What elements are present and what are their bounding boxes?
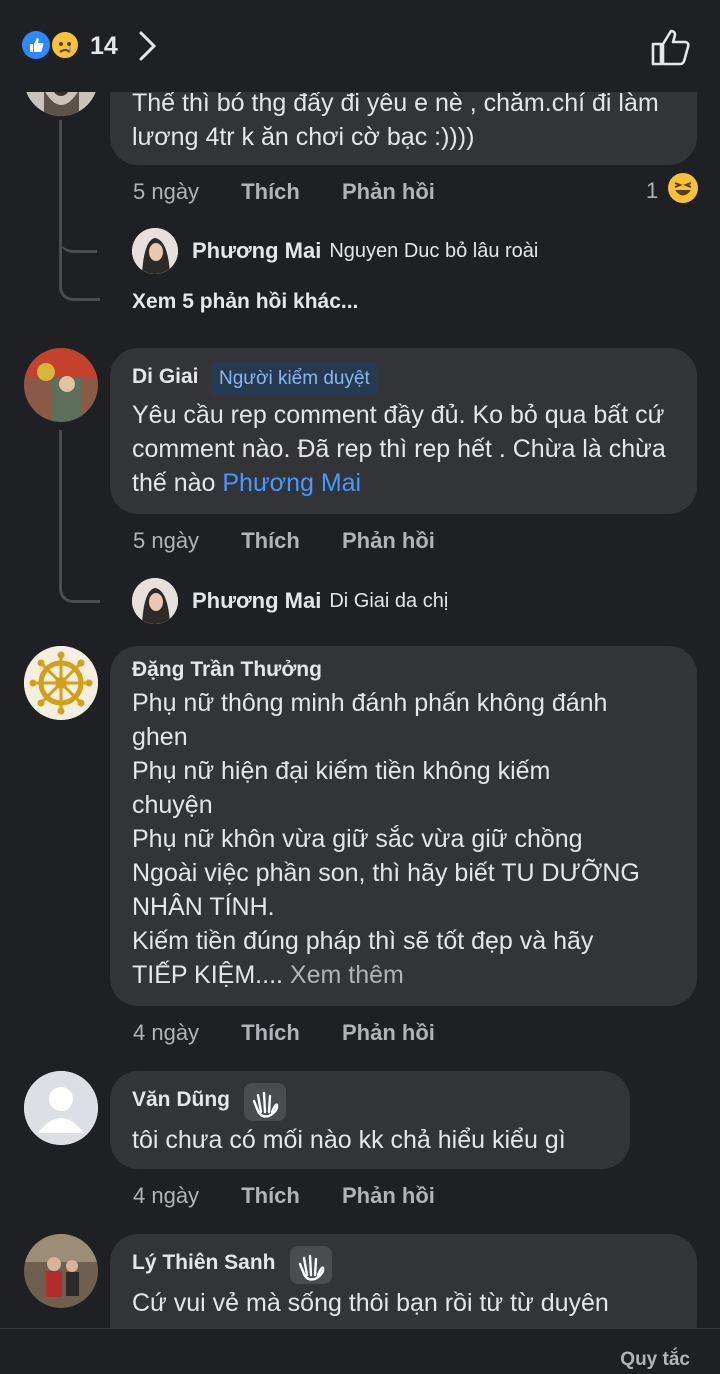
comment-actions: 5 ngày Thích Phản hồi <box>133 528 435 554</box>
like-action[interactable]: Thích <box>241 528 300 554</box>
reactions-header: 14 <box>0 0 720 92</box>
reply-text: Nguyen Duc bỏ lâu roài <box>329 239 539 262</box>
comment-text: Yêu cầu rep comment đầy đủ. Ko bỏ qua bấ… <box>132 398 677 500</box>
dharma-wheel-avatar[interactable] <box>24 646 98 720</box>
waving-hand-badge-icon <box>289 1246 332 1284</box>
reply-avatar[interactable] <box>132 578 178 624</box>
comment-time: 5 ngày <box>133 179 200 204</box>
waving-hand-badge-icon <box>244 1083 287 1121</box>
more-replies-link[interactable]: Xem 5 phản hồi khác... <box>132 290 358 314</box>
comment-line: Ngoài việc phần son, thì hãy biết TU DƯỠ… <box>132 859 640 887</box>
sad-reaction-icon[interactable] <box>50 30 80 60</box>
comment-line: Phụ nữ thông minh đánh phấn không đánh <box>132 689 608 717</box>
comment-actions: 4 ngày Thích Phản hồi <box>133 1183 435 1209</box>
comment-actions: 4 ngày Thích Phản hồi <box>133 1020 435 1046</box>
comment-bubble: Văn Dũng tôi chưa có mối nào kk chả hiểu… <box>110 1071 630 1169</box>
comment-text: Phụ nữ thông minh đánh phấn không đánh g… <box>132 686 675 992</box>
reply-author[interactable]: Phương Mai <box>192 588 321 614</box>
comment-line: Phụ nữ khôn vừa giữ sắc vừa giữ chồng <box>132 825 583 853</box>
see-more-link[interactable]: Xem thêm <box>290 961 404 989</box>
footer-bar: Quy tắc <box>0 1328 720 1374</box>
comment-line: chuyện <box>132 791 213 819</box>
comment-line: ghen <box>132 723 188 751</box>
commenter-avatar[interactable] <box>24 1234 98 1308</box>
haha-reaction-icon[interactable] <box>668 173 698 203</box>
reply-item[interactable]: Phương Mai Di Giai da chị <box>132 578 448 624</box>
reaction-count[interactable]: 14 <box>90 32 118 61</box>
comment-line: Kiếm tiền đúng pháp thì sẽ tốt đẹp và hã… <box>132 927 594 955</box>
thread-line <box>59 430 62 570</box>
comment-reaction: 1 <box>646 178 658 204</box>
comment-time: 4 ngày <box>133 1183 200 1208</box>
thread-connector <box>59 560 100 603</box>
comment-author[interactable]: Văn Dũng <box>132 1088 230 1112</box>
thread-connector <box>59 250 100 301</box>
comment-line: TIẾP KIỆM.... <box>132 961 290 989</box>
mention-link[interactable]: Phương Mai <box>222 469 361 497</box>
reply-item[interactable]: Phương Mai Nguyen Duc bỏ lâu roài <box>132 228 538 274</box>
reply-action[interactable]: Phản hồi <box>342 1183 435 1209</box>
like-action[interactable]: Thích <box>241 179 300 205</box>
comment-text-body: Yêu cầu rep comment đầy đủ. Ko bỏ qua bấ… <box>132 401 666 497</box>
thread-connector <box>59 220 97 253</box>
default-avatar[interactable] <box>24 1071 98 1145</box>
comment-bubble: Di Giai Người kiểm duyệt Yêu cầu rep com… <box>110 348 697 514</box>
comment-line: NHÂN TÍNH. <box>132 893 275 921</box>
moderator-badge: Người kiểm duyệt <box>210 362 378 396</box>
comment-text: Thế thì bó thg đấy đi yêu e nè , chăm.ch… <box>132 89 659 151</box>
comment-text: Cứ vui vẻ mà sống thôi bạn rồi từ từ duy… <box>132 1289 609 1317</box>
comment-author[interactable]: Lý Thiên Sanh <box>132 1251 276 1275</box>
reply-avatar[interactable] <box>132 228 178 274</box>
reply-action[interactable]: Phản hồi <box>342 1020 435 1046</box>
reply-action[interactable]: Phản hồi <box>342 179 435 205</box>
rules-link[interactable]: Quy tắc <box>620 1349 690 1371</box>
thumbs-up-icon[interactable] <box>650 27 692 72</box>
like-reaction-icon[interactable] <box>22 31 50 59</box>
reply-author[interactable]: Phương Mai <box>192 238 321 264</box>
like-action[interactable]: Thích <box>241 1183 300 1209</box>
comment-time: 5 ngày <box>133 528 200 553</box>
like-action[interactable]: Thích <box>241 1020 300 1046</box>
comment-text: tôi chưa có mối nào kk chả hiểu kiểu gì <box>132 1126 566 1154</box>
comment-bubble: Đặng Trần Thưởng Phụ nữ thông minh đánh … <box>110 646 697 1006</box>
comment-line: Phụ nữ hiện đại kiếm tiền không kiếm <box>132 757 551 785</box>
comment-bubble: Thế thì bó thg đấy đi yêu e nè , chăm.ch… <box>110 80 697 165</box>
comment-actions: 5 ngày Thích Phản hồi <box>133 179 435 205</box>
comment-time: 4 ngày <box>133 1020 200 1045</box>
comment-author[interactable]: Di Giai <box>132 365 199 389</box>
commenter-avatar[interactable] <box>24 348 98 422</box>
chevron-right-icon[interactable] <box>137 30 159 67</box>
reply-text: Di Giai da chị <box>329 589 449 612</box>
comment-reaction-count: 1 <box>646 178 659 203</box>
reply-action[interactable]: Phản hồi <box>342 528 435 554</box>
comment-author[interactable]: Đặng Trần Thưởng <box>132 658 322 682</box>
